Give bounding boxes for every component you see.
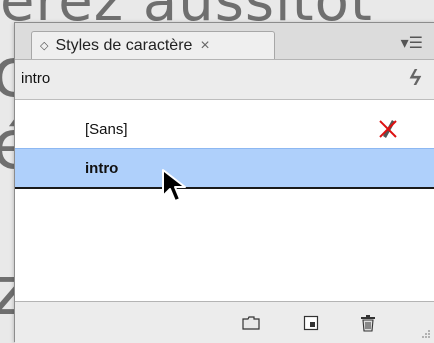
tab-close-icon[interactable]: × — [200, 37, 209, 55]
quick-apply-icon[interactable]: ϟ — [409, 65, 421, 91]
mouse-cursor-icon — [162, 169, 186, 202]
delete-style-button[interactable] — [357, 313, 379, 333]
list-item-label: intro — [85, 159, 119, 177]
folder-icon — [242, 316, 260, 330]
list-item-sans[interactable]: [Sans] — [15, 110, 434, 148]
resize-grip-icon[interactable] — [421, 329, 431, 339]
not-editable-icon — [379, 120, 397, 138]
list-item-intro[interactable]: intro — [15, 148, 434, 189]
panel-tab-bar: ◇ Styles de caractère × ▾☰ — [15, 23, 434, 60]
panel-menu-icon[interactable]: ▾☰ — [401, 33, 423, 53]
current-style-name: intro — [21, 69, 51, 87]
panel-options-icon[interactable]: ◇ — [40, 39, 48, 52]
character-styles-panel: – × ◇ Styles de caractère × ▾☰ intro ϟ [… — [14, 15, 434, 343]
list-item-label: [Sans] — [85, 120, 128, 138]
new-style-icon — [303, 315, 319, 331]
current-style-row: intro ϟ — [15, 59, 434, 97]
tab-title: Styles de caractère — [55, 36, 193, 54]
trash-icon — [361, 315, 375, 332]
new-group-button[interactable] — [240, 313, 262, 333]
create-new-style-button[interactable] — [300, 313, 322, 333]
panel-footer — [15, 301, 434, 343]
style-list: [Sans] intro — [15, 99, 434, 302]
tab-character-styles[interactable]: ◇ Styles de caractère × — [31, 31, 275, 59]
